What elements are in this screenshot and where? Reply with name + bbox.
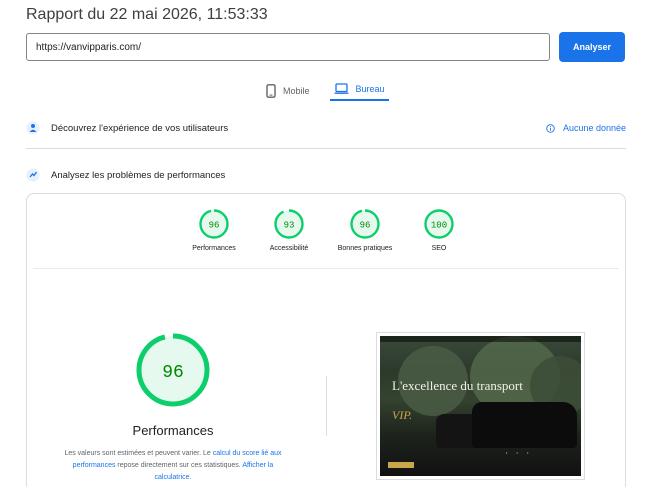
performance-diagnostics-icon (26, 168, 40, 182)
score-note: Les valeurs sont estimées et peuvent var… (57, 448, 289, 484)
url-input[interactable] (26, 33, 550, 61)
gauge-value: 96 (209, 221, 220, 231)
info-icon (546, 123, 555, 133)
page-screenshot[interactable]: L'excellence du transport VIP. • • • (376, 332, 585, 480)
main-score-gauge: 96 (136, 333, 210, 407)
main-score-label: Performances (132, 423, 214, 438)
analyze-button[interactable]: Analyser (559, 32, 625, 62)
gauges-divider (33, 268, 619, 269)
desktop-icon (334, 83, 349, 94)
tab-desktop[interactable]: Bureau (329, 80, 389, 101)
note-text: Les valeurs sont estimées et peuvent var… (64, 450, 213, 457)
score-ring: 93 (274, 209, 304, 239)
gauge-seo[interactable]: 100 SEO (399, 208, 479, 252)
gauge-label: Bonnes pratiques (337, 245, 393, 252)
tab-mobile-label: Mobile (283, 85, 310, 96)
section-divider (26, 148, 626, 149)
gauge-label: Performances (192, 245, 236, 252)
screenshot-headline: L'excellence du transport (392, 378, 523, 393)
field-data-title: Découvrez l'expérience de vos utilisateu… (51, 122, 229, 134)
gauge-label: SEO (431, 245, 447, 252)
smartphone-icon (266, 83, 276, 98)
no-data-link[interactable]: Aucune donnée (546, 123, 626, 133)
users-experience-icon (26, 121, 40, 135)
field-data-section: Découvrez l'expérience de vos utilisateu… (26, 121, 626, 135)
gauge-accessibility[interactable]: 93 Accessibilité (249, 208, 329, 252)
lab-data-section: Analysez les problèmes de performances (26, 168, 626, 182)
gauge-performance[interactable]: 96 Performances (174, 208, 254, 252)
tab-desktop-label: Bureau (355, 84, 385, 94)
lab-data-title: Analysez les problèmes de performances (51, 169, 226, 181)
report-card: 96 Performances 93 Accessibilité 96 Bonn… (26, 193, 626, 487)
note-text: repose directement sur ces statistiques. (115, 462, 243, 469)
page-title: Rapport du 22 mai 2026, 11:53:33 (26, 6, 268, 23)
score-ring: 96 (199, 209, 229, 239)
vertical-divider (326, 376, 327, 436)
gauge-value: 96 (360, 221, 371, 231)
gauge-label: Accessibilité (269, 245, 309, 252)
screenshot-image: L'excellence du transport VIP. • • • (380, 336, 581, 476)
screenshot-accent: VIP. (392, 408, 413, 422)
main-score-value: 96 (162, 363, 184, 383)
no-data-label: Aucune donnée (562, 123, 626, 133)
score-ring: 100 (424, 209, 454, 239)
device-tabs: Mobile Bureau (262, 80, 389, 104)
gauge-value: 100 (431, 221, 447, 231)
note-text: . (189, 474, 192, 481)
gauge-best-practices[interactable]: 96 Bonnes pratiques (325, 208, 405, 252)
score-ring: 96 (350, 209, 380, 239)
gauge-value: 93 (284, 221, 295, 231)
tab-mobile[interactable]: Mobile (262, 80, 314, 101)
